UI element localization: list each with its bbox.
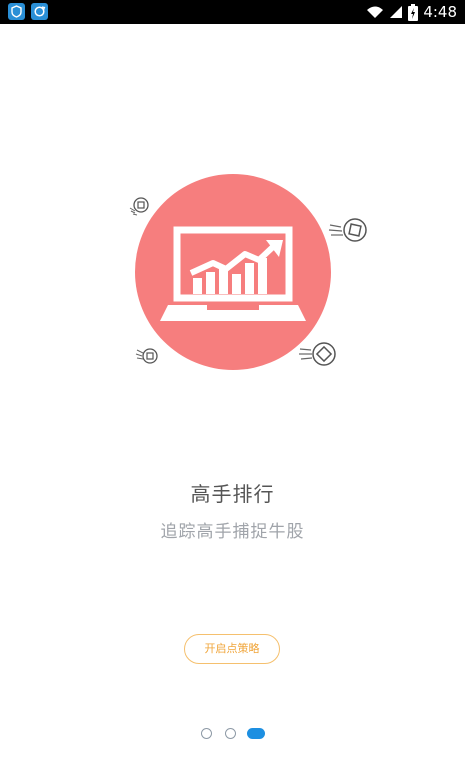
signal-icon <box>390 6 403 18</box>
coin-icon <box>129 197 149 216</box>
page-dot-2[interactable] <box>225 728 236 739</box>
sync-app-icon <box>31 3 48 20</box>
wifi-icon <box>367 6 384 18</box>
page-dot-3-active[interactable] <box>247 728 265 739</box>
coin-icon <box>135 348 158 364</box>
status-time: 4:48 <box>423 3 457 21</box>
coin-icon <box>328 218 367 242</box>
page-dot-1[interactable] <box>201 728 212 739</box>
guide-title: 高手排行 <box>190 482 275 506</box>
coin-icon <box>299 342 336 366</box>
page-indicator <box>0 727 465 741</box>
battery-icon <box>408 3 419 21</box>
laptop-chart-icon <box>129 174 367 370</box>
shield-app-icon <box>8 3 25 20</box>
guide-subtitle: 追踪高手捕捉牛股 <box>160 522 305 542</box>
status-bar: 4:48 <box>0 0 465 24</box>
start-button[interactable]: 开启点策略 <box>184 634 280 664</box>
